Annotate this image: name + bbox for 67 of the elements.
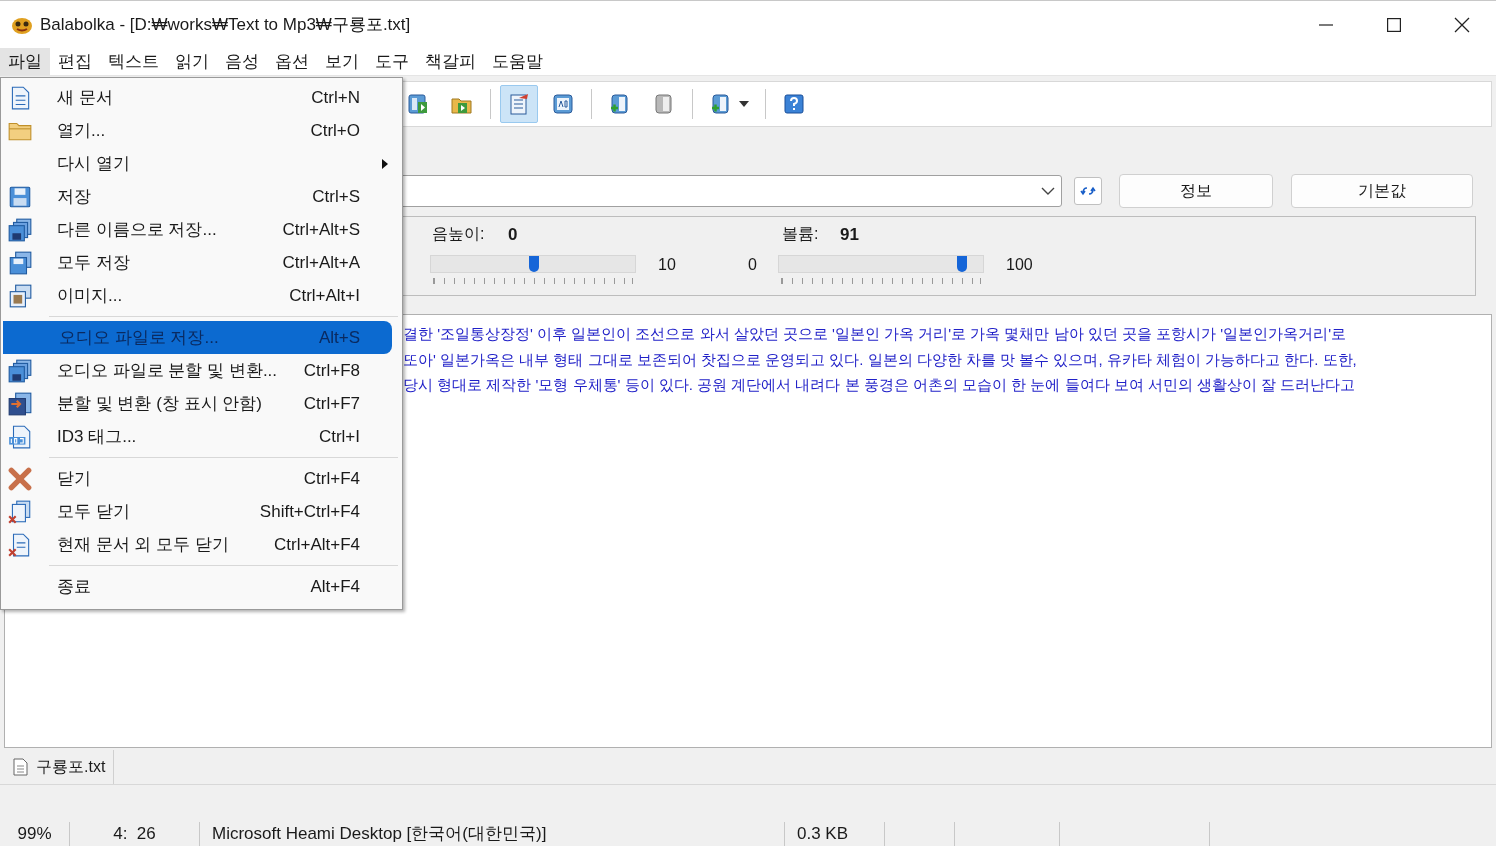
refresh-button[interactable] xyxy=(1074,177,1102,205)
slider-label: 음높이: xyxy=(432,224,485,244)
menu-item[interactable]: 도움말 xyxy=(484,48,551,75)
maximize-icon xyxy=(1387,17,1401,32)
menu-item[interactable]: 읽기 xyxy=(167,48,217,75)
window-title: Balabolka - [D:₩works₩Text to Mp3₩구룡포.txt] xyxy=(40,13,411,36)
menu-item[interactable]: 열기... Ctrl+O xyxy=(1,114,402,147)
menu-item[interactable]: 모두 닫기 Shift+Ctrl+F4 xyxy=(1,495,402,528)
menu-item[interactable]: 텍스트 xyxy=(100,48,167,75)
floppy-disks-icon xyxy=(7,390,33,417)
defaults-button[interactable]: 기본값 xyxy=(1291,174,1473,208)
floppy-disks-icon xyxy=(7,216,33,243)
chevron-down-icon xyxy=(1041,186,1055,196)
text-line: 또아' 일본가옥은 내부 형태 그대로 보존되어 찻집으로 운영되고 있다. 일본의 다양한 차를 맛 볼수 있으며, 유카타 체험이 가능하다고 한다. 또한, xyxy=(403,349,1358,370)
status-cell: 4: 26 xyxy=(70,822,200,846)
slider-max-label: 100 xyxy=(1006,255,1033,275)
book-icon xyxy=(406,92,430,116)
menu-item[interactable]: 도구 xyxy=(367,48,417,75)
minimize-icon xyxy=(1319,23,1333,26)
menu-item[interactable]: 책갈피 xyxy=(417,48,484,75)
slider-min-label: 0 xyxy=(748,255,757,275)
menu-item[interactable]: 다른 이름으로 저장... Ctrl+Alt+S xyxy=(1,213,402,246)
slider-track[interactable] xyxy=(778,255,984,273)
document-icon xyxy=(12,758,28,776)
menu-item[interactable]: ID3 태그... Ctrl+I xyxy=(1,420,402,453)
status-cell: 99% xyxy=(0,822,70,846)
menu-item[interactable]: 음성 xyxy=(217,48,267,75)
menu-item[interactable]: 종료 Alt+F4 xyxy=(1,570,402,603)
toolbar-button[interactable] xyxy=(500,85,538,123)
book-icon xyxy=(551,92,575,116)
help-icon xyxy=(782,92,806,116)
menu-item[interactable]: 저장 Ctrl+S xyxy=(1,180,402,213)
menu-item[interactable]: 옵션 xyxy=(267,48,317,75)
slider-value: 91 xyxy=(840,224,859,246)
caret-icon xyxy=(739,101,749,107)
slider-track[interactable] xyxy=(430,255,636,273)
slider-thumb[interactable] xyxy=(957,256,968,272)
menu-item[interactable]: 모두 저장 Ctrl+Alt+A xyxy=(1,246,402,279)
menu-item[interactable]: 새 문서 Ctrl+N xyxy=(1,81,402,114)
close-icon xyxy=(1454,16,1470,33)
slider-max-label: 10 xyxy=(658,255,676,275)
menu-item[interactable]: 닫기 Ctrl+F4 xyxy=(1,462,402,495)
menu-item[interactable]: 오디오 파일로 분할 및 변환... Ctrl+F8 xyxy=(1,354,402,387)
menu-item[interactable]: 다시 열기 xyxy=(1,147,402,180)
image-icon xyxy=(7,282,33,309)
slider-value: 0 xyxy=(508,224,518,246)
menu-item[interactable]: 보기 xyxy=(317,48,367,75)
menu-item[interactable]: 현재 문서 외 모두 닫기 Ctrl+Alt+F4 xyxy=(1,528,402,561)
floppy-disks-icon xyxy=(7,249,33,276)
close-icon xyxy=(7,465,33,492)
id3-document-icon xyxy=(7,423,33,450)
documents-close-icon xyxy=(7,498,33,525)
slider-thumb[interactable] xyxy=(529,256,539,272)
menu-item[interactable]: 파일 xyxy=(0,48,50,75)
submenu-arrow-icon xyxy=(382,158,388,169)
slider-label: 볼륨: xyxy=(782,224,819,244)
text-line: 당시 형대로 제작한 '모형 우체통' 등이 있다. 공원 계단에서 내려다 본 풍경은 어촌의 모습이 한 눈에 들여다 보여 서민의 생활상이 잘 드러난다고 xyxy=(403,375,1357,395)
status-cell: Microsoft Heami Desktop [한국어(대한민국)] xyxy=(200,822,785,846)
document-icon xyxy=(507,92,531,116)
menu-item[interactable]: 이미지... Ctrl+Alt+I xyxy=(1,279,402,312)
text-line: 결한 '조일통상장정' 이후 일본인이 조선으로 와서 살았던 곳으로 '일본인 가옥 거리'로 가옥 몇채만 남아 있던 곳을 포항시가 '일본인가옥거리'로 xyxy=(403,324,1348,344)
menu-item[interactable]: 편집 xyxy=(50,48,100,75)
menu-item[interactable]: 분할 및 변환 (창 표시 안함) Ctrl+F7 xyxy=(1,387,402,420)
info-button[interactable]: 정보 xyxy=(1119,174,1273,208)
floppy-disks-icon xyxy=(7,357,33,384)
refresh-icon xyxy=(1080,185,1096,197)
status-cell: 0.3 KB xyxy=(785,822,885,846)
